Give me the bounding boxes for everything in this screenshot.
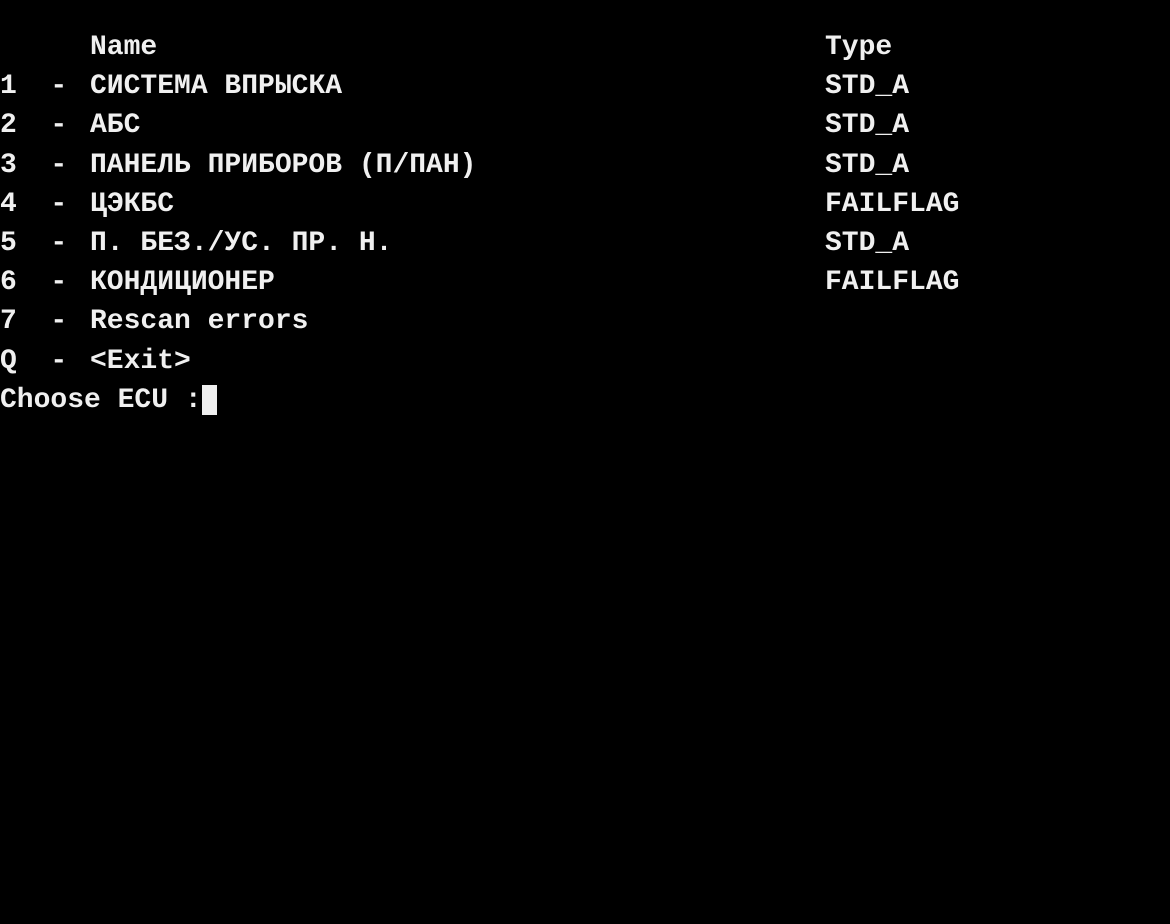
menu-item-name: КОНДИЦИОНЕР (90, 263, 825, 302)
prompt-label: Choose ECU : (0, 381, 202, 420)
menu-item[interactable]: 7 - Rescan errors (0, 302, 1170, 341)
menu-item-key: 4 - (0, 185, 90, 224)
menu-item[interactable]: 2 - АБСSTD_A (0, 106, 1170, 145)
menu-list: 1 - СИСТЕМА ВПРЫСКАSTD_A2 - АБСSTD_A3 - … (0, 67, 1170, 381)
header-type: Type (825, 28, 1170, 67)
menu-item-type: STD_A (825, 224, 1170, 263)
menu-item-name: <Exit> (90, 342, 825, 381)
menu-item[interactable]: 1 - СИСТЕМА ВПРЫСКАSTD_A (0, 67, 1170, 106)
menu-item-name: П. БЕЗ./УС. ПР. Н. (90, 224, 825, 263)
menu-item-type: STD_A (825, 146, 1170, 185)
menu-item-key: 6 - (0, 263, 90, 302)
menu-item[interactable]: 5 - П. БЕЗ./УС. ПР. Н.STD_A (0, 224, 1170, 263)
menu-item-key: 5 - (0, 224, 90, 263)
menu-item-name: ЦЭКБС (90, 185, 825, 224)
terminal-screen: - Name Type 1 - СИСТЕМА ВПРЫСКАSTD_A2 - … (0, 0, 1170, 420)
prompt-row[interactable]: Choose ECU : (0, 381, 1170, 420)
menu-item-type: FAILFLAG (825, 263, 1170, 302)
menu-item-type: FAILFLAG (825, 185, 1170, 224)
menu-item-key: 2 - (0, 106, 90, 145)
menu-item-key: Q - (0, 342, 90, 381)
menu-item-key: 1 - (0, 67, 90, 106)
cursor-icon (202, 385, 217, 415)
menu-item[interactable]: 3 - ПАНЕЛЬ ПРИБОРОВ (П/ПАН)STD_A (0, 146, 1170, 185)
header-row: - Name Type (0, 28, 1170, 67)
menu-item-name: ПАНЕЛЬ ПРИБОРОВ (П/ПАН) (90, 146, 825, 185)
menu-item-name: АБС (90, 106, 825, 145)
menu-item[interactable]: 4 - ЦЭКБСFAILFLAG (0, 185, 1170, 224)
menu-item-type (825, 302, 1170, 341)
menu-item-type: STD_A (825, 67, 1170, 106)
menu-item-name: Rescan errors (90, 302, 825, 341)
menu-item-name: СИСТЕМА ВПРЫСКА (90, 67, 825, 106)
menu-item-type (825, 342, 1170, 381)
menu-item[interactable]: 6 - КОНДИЦИОНЕРFAILFLAG (0, 263, 1170, 302)
menu-item-type: STD_A (825, 106, 1170, 145)
menu-item[interactable]: Q - <Exit> (0, 342, 1170, 381)
menu-item-key: 3 - (0, 146, 90, 185)
header-name: Name (90, 28, 825, 67)
menu-item-key: 7 - (0, 302, 90, 341)
